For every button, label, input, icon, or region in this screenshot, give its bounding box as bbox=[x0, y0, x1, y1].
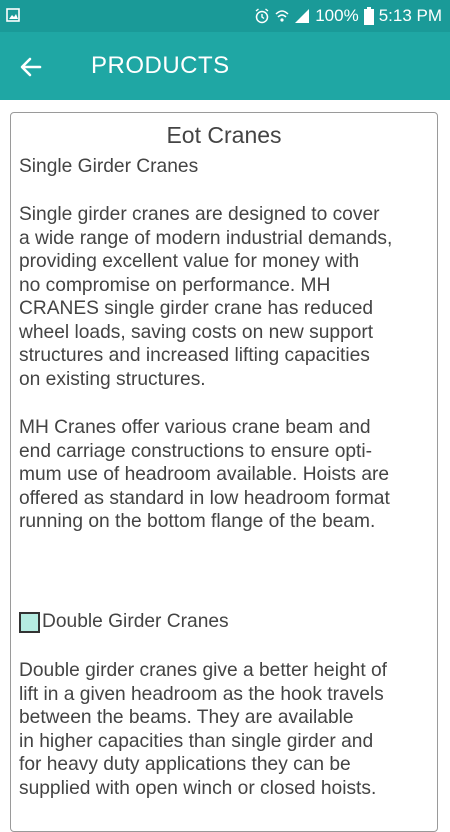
arrow-left-icon[interactable] bbox=[16, 52, 46, 82]
signal-icon bbox=[295, 9, 310, 23]
status-bar: 100% 5:13 PM bbox=[0, 0, 450, 32]
single-girder-paragraph-1: Single girder cranes are designed to cov… bbox=[19, 204, 393, 390]
section-title-double-girder: Double Girder Cranes bbox=[42, 611, 229, 632]
page-title: PRODUCTS bbox=[91, 52, 230, 79]
app-bar: PRODUCTS bbox=[0, 32, 450, 100]
alarm-icon bbox=[255, 8, 269, 24]
wifi-icon bbox=[275, 10, 289, 22]
image-icon bbox=[6, 8, 20, 22]
battery-icon bbox=[363, 7, 374, 25]
card-heading: Eot Cranes bbox=[166, 122, 282, 148]
square-icon bbox=[19, 611, 40, 633]
double-girder-paragraph-1: Double girder cranes give a better heigh… bbox=[19, 660, 387, 799]
product-card: Eot Cranes Single Girder Cranes Single g… bbox=[10, 112, 438, 832]
battery-percent: 100% bbox=[315, 6, 359, 25]
section-title-double-girder-row: Double Girder Cranes bbox=[19, 610, 229, 634]
single-girder-paragraph-2: MH Cranes offer various crane beam and e… bbox=[19, 417, 390, 532]
clock-time: 5:13 PM bbox=[378, 6, 442, 25]
section-title-single-girder: Single Girder Cranes bbox=[19, 156, 199, 177]
